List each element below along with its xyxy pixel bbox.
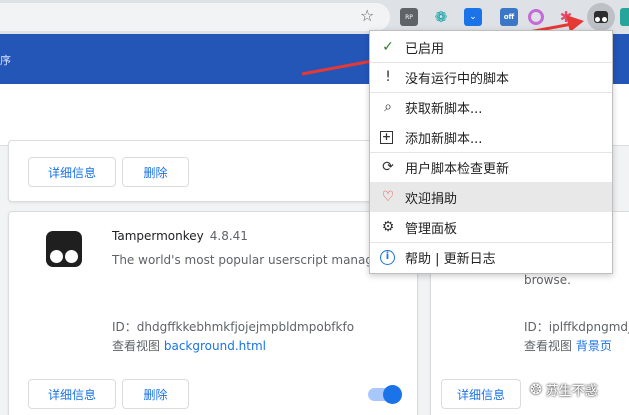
menu-item-label: 已启用 — [405, 41, 445, 57]
tampermonkey-logo-icon — [46, 231, 82, 267]
gear-extension-icon[interactable]: ❁ — [432, 8, 450, 26]
menu-item-add-new-script[interactable]: + 添加新脚本... — [370, 122, 612, 152]
inspect-views: 查看视图 背景页 — [524, 339, 612, 353]
off-extension-icon[interactable]: off — [500, 8, 518, 26]
extension-version: 4.8.41 — [209, 229, 248, 243]
extension-name: Tampermonkey 4.8.41 — [112, 229, 248, 243]
teal-extension-icon[interactable] — [620, 8, 629, 26]
menu-item-donate[interactable]: ♡ 欢迎捐助 — [370, 182, 612, 212]
rp-extension-icon[interactable]: RP — [400, 8, 418, 26]
heart-icon: ♡ — [381, 189, 395, 205]
info-icon: i — [380, 249, 395, 265]
menu-item-check-updates[interactable]: ⟳ 用户脚本检查更新 — [370, 152, 612, 182]
menu-item-label: 欢迎捐助 — [405, 191, 458, 207]
extension-description: browse. — [524, 273, 571, 287]
download-extension-icon[interactable]: ⌄ — [464, 8, 482, 26]
menu-item-dashboard[interactable]: ⚙ 管理面板 — [370, 212, 612, 242]
wechat-icon: ❂ — [530, 381, 542, 398]
browser-toolbar: ☆ RP ❁ ⌄ off ✱ — [0, 0, 629, 34]
address-bar[interactable] — [0, 3, 390, 31]
inspect-views: 查看视图 background.html — [112, 339, 266, 353]
details-button[interactable]: 详细信息 — [28, 157, 116, 187]
star-extension-icon[interactable]: ✱ — [557, 8, 575, 26]
menu-item-label: 用户脚本检查更新 — [405, 161, 510, 177]
watermark: ❂ 苏生不惑 — [530, 380, 598, 400]
menu-item-label: 添加新脚本... — [405, 131, 483, 147]
details-button[interactable]: 详细信息 — [441, 379, 521, 409]
details-button[interactable]: 详细信息 — [28, 379, 116, 409]
refresh-icon: ⟳ — [382, 159, 394, 175]
gear-icon: ⚙ — [381, 219, 395, 235]
extension-id: ID：dhdgffkkebhmkfjojejmpbldmpobfkfo — [112, 320, 355, 334]
star-icon[interactable]: ☆ — [360, 6, 374, 25]
remove-button[interactable]: 删除 — [122, 157, 189, 187]
menu-item-label: 管理面板 — [405, 221, 458, 237]
menu-item-no-scripts[interactable]: ! 没有运行中的脚本 — [370, 62, 612, 92]
enable-toggle[interactable] — [368, 385, 402, 404]
menu-item-label: 没有运行中的脚本 — [405, 71, 510, 87]
check-icon: ✓ — [382, 39, 394, 55]
background-page-link[interactable]: 背景页 — [576, 339, 612, 353]
exclamation-icon: ! — [385, 69, 391, 85]
watermark-text: 苏生不惑 — [545, 384, 598, 399]
extension-id: ID：iplffkdpngmdjh — [524, 320, 629, 334]
menu-item-enabled[interactable]: ✓ 已启用 — [370, 32, 612, 62]
background-page-link[interactable]: background.html — [164, 339, 266, 353]
tampermonkey-menu: ✓ 已启用 ! 没有运行中的脚本 ⌕ 获取新脚本... + 添加新脚本... ⟳… — [369, 30, 613, 274]
menu-item-label: 获取新脚本... — [405, 101, 483, 117]
extension-description: The world's most popular userscript mana… — [112, 253, 370, 267]
menu-item-get-new-script[interactable]: ⌕ 获取新脚本... — [370, 92, 612, 122]
menu-item-label: 帮助 | 更新日志 — [405, 251, 496, 267]
menu-item-help-changelog[interactable]: i 帮助 | 更新日志 — [370, 242, 612, 272]
search-icon: ⌕ — [384, 99, 392, 115]
remove-button[interactable]: 删除 — [122, 379, 189, 409]
plus-box-icon: + — [380, 129, 393, 144]
header-title-fragment: 序 — [0, 54, 11, 67]
ring-extension-icon[interactable] — [528, 9, 544, 25]
tampermonkey-extension-icon[interactable] — [587, 3, 615, 31]
